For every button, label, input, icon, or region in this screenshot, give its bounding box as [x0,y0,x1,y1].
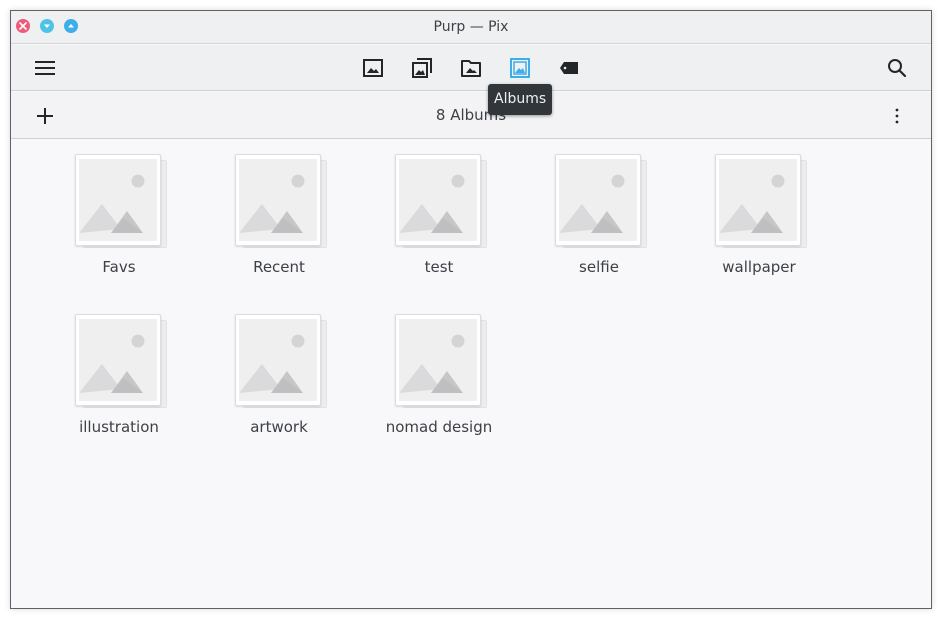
album-name: artwork [250,418,308,436]
kebab-menu-icon [895,108,899,124]
image-placeholder-icon [79,159,157,241]
album-thumbnail [75,314,167,408]
album-item[interactable]: test [359,154,519,314]
albums-tooltip: Albums [488,84,553,115]
album-item[interactable]: nomad design [359,314,519,474]
album-name: Recent [253,258,305,276]
album-item[interactable]: illustration [39,314,199,474]
album-thumbnail [395,314,487,408]
view-tags-button[interactable] [558,57,580,79]
image-placeholder-icon [399,319,477,401]
image-placeholder-icon [559,159,637,241]
images-stack-icon [412,58,432,78]
album-item[interactable]: Recent [199,154,359,314]
album-thumbnail [75,154,167,248]
image-placeholder-icon [239,319,317,401]
view-gallery-button[interactable] [362,57,384,79]
view-collections-button[interactable] [411,57,433,79]
album-name: test [424,258,454,276]
tag-icon [559,61,579,75]
album-item[interactable]: Favs [39,154,199,314]
image-placeholder-icon [399,159,477,241]
album-item[interactable]: wallpaper [679,154,839,314]
album-thumbnail [715,154,807,248]
album-name: selfie [579,258,619,276]
window-title: Purp — Pix [433,19,509,35]
image-icon [363,59,383,77]
hamburger-menu-icon [35,60,55,76]
app-window: Purp — Pix Albums 8 Albums Favs Recent t… [10,10,932,609]
title-bar[interactable]: Purp — Pix [11,11,931,44]
image-placeholder-icon [79,319,157,401]
image-placeholder-icon [239,159,317,241]
albums-grid: Favs Recent test selfie wallpaper illust… [39,154,879,474]
image-placeholder-icon [719,159,797,241]
view-albums-button[interactable] [509,57,531,79]
main-toolbar [11,45,931,91]
folder-image-icon [461,59,481,77]
menu-button[interactable] [34,57,56,79]
more-options-button[interactable] [886,105,908,127]
album-icon [510,58,530,78]
search-icon [887,58,907,78]
album-name: wallpaper [722,258,796,276]
album-thumbnail [235,314,327,408]
album-thumbnail [235,154,327,248]
album-name: illustration [79,418,159,436]
albums-header-bar: 8 Albums [11,92,931,139]
album-thumbnail [395,154,487,248]
album-item[interactable]: selfie [519,154,679,314]
search-button[interactable] [886,57,908,79]
album-name: Favs [102,258,136,276]
album-item[interactable]: artwork [199,314,359,474]
view-folders-button[interactable] [460,57,482,79]
album-thumbnail [555,154,647,248]
albums-count: 8 Albums [435,106,507,124]
album-name: nomad design [385,418,493,436]
